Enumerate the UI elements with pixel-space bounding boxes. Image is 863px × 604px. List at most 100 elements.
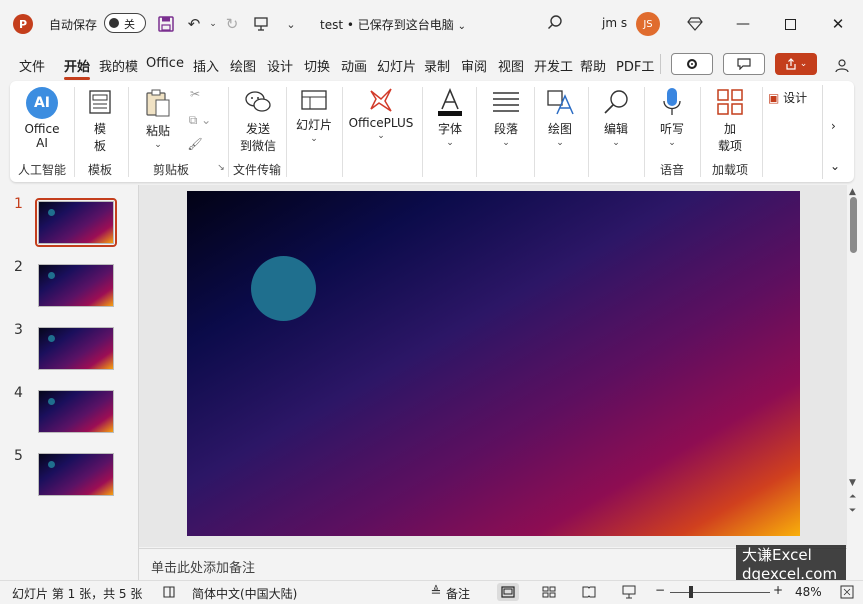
tab-transitions[interactable]: 切换 xyxy=(304,56,330,75)
comments-button[interactable] xyxy=(723,53,765,75)
watermark: 大谦Excel dqexcel.com xyxy=(736,545,846,585)
current-slide[interactable] xyxy=(187,191,800,536)
share-button[interactable]: ⌄ xyxy=(775,53,817,75)
tab-pdf-tools[interactable]: PDF工 xyxy=(616,56,654,75)
slide-thumbnail[interactable] xyxy=(38,264,114,307)
undo-dropdown-icon[interactable]: ⌄ xyxy=(203,13,223,35)
slide-thumbnail[interactable] xyxy=(38,390,114,433)
ribbon-scroll-right-icon[interactable]: › xyxy=(831,119,836,133)
slide-thumbnail[interactable] xyxy=(38,201,114,244)
zoom-slider-track[interactable] xyxy=(670,592,770,593)
chevron-down-icon: ⌄ xyxy=(446,138,454,148)
format-painter-icon[interactable]: 🖌 xyxy=(186,137,204,151)
next-slide-icon[interactable]: ⏷ xyxy=(849,506,856,516)
zoom-slider-knob[interactable] xyxy=(689,586,693,598)
font-button[interactable]: 字体 ⌄ xyxy=(430,87,470,148)
designer-button[interactable]: ▣ 设计 xyxy=(768,89,820,106)
title-bar: P 自动保存 关 ↶ ⌄ ↻ ⌄ test • 已保存到这台电脑 ⌄ jm s … xyxy=(0,0,863,48)
close-icon[interactable]: ✕ xyxy=(823,10,853,38)
tab-slideshow[interactable]: 幻灯片 xyxy=(377,56,416,75)
notes-button[interactable]: 备注 xyxy=(446,585,470,602)
addins-button[interactable]: 加 载项 xyxy=(708,87,752,154)
tab-record[interactable]: 录制 xyxy=(424,56,450,75)
tab-home[interactable]: 开始 xyxy=(64,56,91,80)
normal-view-icon[interactable] xyxy=(497,583,519,601)
tab-insert[interactable]: 插入 xyxy=(193,56,219,75)
scroll-down-icon[interactable]: ▼ xyxy=(849,478,856,488)
autosave-toggle[interactable]: 关 xyxy=(104,13,146,33)
collaborate-icon[interactable] xyxy=(828,52,858,80)
tab-animations[interactable]: 动画 xyxy=(341,56,367,75)
send-to-wechat-button[interactable]: 发送 到微信 xyxy=(234,87,282,154)
slide-sorter-icon[interactable] xyxy=(538,583,560,601)
chevron-down-icon: ⌄ xyxy=(556,138,564,148)
tab-help[interactable]: 帮助 xyxy=(580,56,606,75)
office-ai-button[interactable]: AI Office AI xyxy=(20,87,64,150)
zoom-level[interactable]: 48% xyxy=(795,585,822,599)
paste-button[interactable]: 粘贴 ⌄ xyxy=(138,87,178,150)
dialog-launcher-icon[interactable]: ↘ xyxy=(215,163,227,173)
drawing-label: 绘图 xyxy=(547,122,572,136)
officeplus-button[interactable]: OfficePLUS ⌄ xyxy=(346,87,416,141)
minimize-icon[interactable]: — xyxy=(728,10,758,38)
accessibility-icon[interactable] xyxy=(158,583,180,601)
copy-icon[interactable]: ⧉ ⌄ xyxy=(186,113,214,128)
slide-thumbnail[interactable] xyxy=(38,453,114,496)
record-icon xyxy=(687,59,697,69)
undo-icon[interactable]: ↶ xyxy=(184,13,204,35)
tab-draw[interactable]: 绘图 xyxy=(230,56,256,75)
maximize-icon[interactable] xyxy=(775,10,805,38)
addins-label-1: 加 xyxy=(723,122,736,136)
thumbnail-circle xyxy=(48,272,55,279)
paragraph-label: 段落 xyxy=(493,122,518,136)
paragraph-icon xyxy=(490,87,522,117)
save-icon[interactable] xyxy=(156,13,176,35)
reading-view-icon[interactable] xyxy=(578,583,600,601)
zoom-out-button[interactable]: − xyxy=(655,583,665,597)
notes-icon: ≜ xyxy=(430,584,442,600)
cut-icon[interactable]: ✂ xyxy=(186,87,204,101)
group-divider xyxy=(128,87,129,177)
group-divider xyxy=(228,87,229,177)
dictate-button[interactable]: 听写 ⌄ xyxy=(652,87,692,148)
tab-my-templates[interactable]: 我的模 xyxy=(99,56,138,75)
tab-view[interactable]: 视图 xyxy=(498,56,524,75)
drawing-button[interactable]: 绘图 ⌄ xyxy=(540,87,580,148)
editing-button[interactable]: 编辑 ⌄ xyxy=(596,87,636,148)
user-avatar[interactable]: JS xyxy=(636,12,660,36)
group-label-template: 模板 xyxy=(88,163,113,177)
tab-developer[interactable]: 开发工 xyxy=(534,56,573,75)
chevron-down-icon: ⌄ xyxy=(377,131,385,141)
search-icon[interactable] xyxy=(547,14,563,34)
zoom-in-button[interactable]: + xyxy=(773,583,783,597)
tab-design[interactable]: 设计 xyxy=(267,56,293,75)
language-indicator[interactable]: 简体中文(中国大陆) xyxy=(192,585,297,602)
fit-to-window-icon[interactable] xyxy=(836,583,858,601)
document-title[interactable]: test • 已保存到这台电脑 ⌄ xyxy=(320,16,466,33)
tab-review[interactable]: 审阅 xyxy=(461,56,487,75)
redo-icon[interactable]: ↻ xyxy=(222,13,242,35)
thumbnail-circle xyxy=(48,461,55,468)
scroll-up-icon[interactable]: ▲ xyxy=(849,187,856,197)
previous-slide-icon[interactable]: ⏶ xyxy=(849,492,856,502)
scrollbar-thumb[interactable] xyxy=(850,197,857,253)
tab-file[interactable]: 文件 xyxy=(19,56,45,75)
slideshow-icon[interactable] xyxy=(618,583,640,601)
template-label-2: 板 xyxy=(93,139,106,153)
record-button[interactable] xyxy=(671,53,713,75)
tab-office[interactable]: Office xyxy=(146,56,184,71)
slide-thumbnail[interactable] xyxy=(38,327,114,370)
slide-circle-shape[interactable] xyxy=(251,256,316,321)
premium-diamond-icon[interactable] xyxy=(680,10,710,38)
customize-toolbar-icon[interactable]: ⌄ xyxy=(281,13,301,35)
shapes-icon xyxy=(544,87,576,117)
slides-button[interactable]: 幻灯片 ⌄ xyxy=(292,87,336,144)
ribbon-collapse-icon[interactable]: ⌄ xyxy=(830,159,840,173)
addins-label-2: 载项 xyxy=(717,139,742,153)
comment-icon xyxy=(737,58,751,70)
present-icon[interactable] xyxy=(251,13,271,35)
paragraph-button[interactable]: 段落 ⌄ xyxy=(486,87,526,148)
template-button[interactable]: 模 板 xyxy=(82,87,118,154)
vertical-scrollbar[interactable]: ▲ ▼ ⏶ ⏷ xyxy=(847,185,863,580)
autosave-state: 关 xyxy=(124,18,135,31)
